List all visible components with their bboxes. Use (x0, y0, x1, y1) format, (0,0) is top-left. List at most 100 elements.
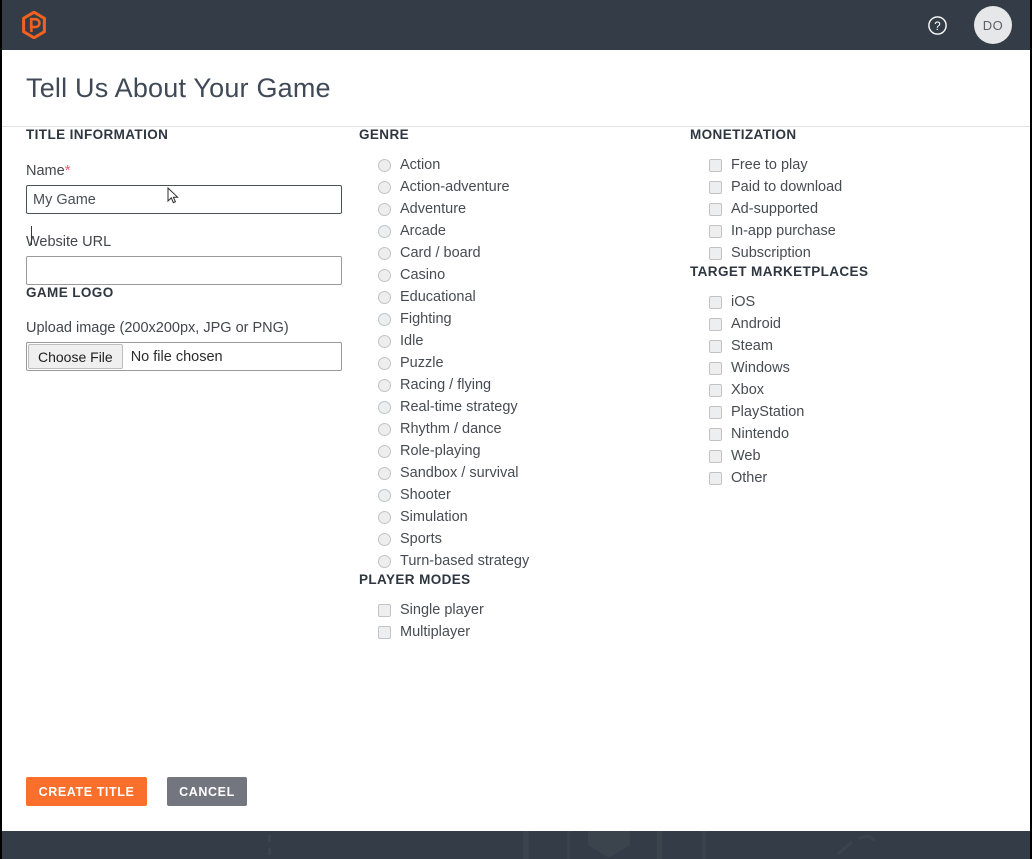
genre-option[interactable]: Rhythm / dance (378, 418, 659, 440)
genre-option-label: Sandbox / survival (400, 464, 519, 481)
genre-option-label: Racing / flying (400, 376, 492, 393)
radio-icon[interactable] (378, 444, 391, 458)
radio-icon[interactable] (378, 488, 391, 502)
radio-icon[interactable] (378, 510, 391, 524)
radio-icon[interactable] (378, 180, 391, 194)
create-title-button[interactable]: CREATE TITLE (26, 777, 147, 806)
radio-icon[interactable] (378, 466, 391, 480)
radio-icon[interactable] (378, 532, 391, 546)
checkbox-icon[interactable] (709, 158, 722, 172)
radio-icon[interactable] (378, 356, 391, 370)
radio-icon[interactable] (378, 378, 391, 392)
genre-option[interactable]: Fighting (378, 308, 659, 330)
marketplace-option[interactable]: iOS (709, 291, 990, 313)
checkbox-icon[interactable] (709, 471, 722, 485)
marketplace-option[interactable]: Other (709, 467, 990, 489)
name-input[interactable] (26, 185, 342, 214)
radio-icon[interactable] (378, 334, 391, 348)
checkbox-icon[interactable] (709, 224, 722, 238)
monetization-option[interactable]: Free to play (709, 154, 990, 176)
genre-option[interactable]: Action-adventure (378, 176, 659, 198)
radio-icon[interactable] (378, 554, 391, 568)
checkbox-icon[interactable] (709, 317, 722, 331)
radio-icon[interactable] (378, 158, 391, 172)
checkbox-icon[interactable] (709, 383, 722, 397)
player-mode-option[interactable]: Multiplayer (378, 621, 659, 643)
checkbox-icon[interactable] (709, 295, 722, 309)
column-monetization-marketplaces: MONETIZATION Free to play Paid to downloa… (690, 127, 990, 489)
help-circle-icon[interactable]: ? (926, 14, 948, 36)
monetization-option-label: Paid to download (731, 178, 843, 195)
genre-option[interactable]: Real-time strategy (378, 396, 659, 418)
footer-decoration (567, 831, 570, 859)
footer-decoration (702, 831, 706, 859)
player-mode-option-label: Single player (400, 601, 484, 618)
checkbox-icon[interactable] (709, 246, 722, 260)
radio-icon[interactable] (378, 312, 391, 326)
marketplace-option[interactable]: Xbox (709, 379, 990, 401)
marketplace-option[interactable]: Nintendo (709, 423, 990, 445)
marketplace-option[interactable]: PlayStation (709, 401, 990, 423)
marketplace-option[interactable]: Windows (709, 357, 990, 379)
genre-option[interactable]: Card / board (378, 242, 659, 264)
genre-option-label: Turn-based strategy (400, 552, 530, 569)
upload-image-label: Upload image (200x200px, JPG or PNG) (26, 320, 289, 336)
game-details-form: TITLE INFORMATION Name* Website URL GAME… (2, 127, 1030, 859)
checkbox-icon[interactable] (709, 449, 722, 463)
footer-swoosh-icon (837, 834, 877, 856)
radio-icon[interactable] (378, 268, 391, 282)
genre-option-label: Casino (400, 266, 446, 283)
website-url-label: Website URL (26, 234, 112, 250)
cancel-button[interactable]: CANCEL (167, 777, 247, 806)
checkbox-icon[interactable] (709, 405, 722, 419)
genre-option[interactable]: Simulation (378, 506, 659, 528)
footer-decoration (268, 848, 271, 855)
player-mode-option[interactable]: Single player (378, 599, 659, 621)
genre-option[interactable]: Sandbox / survival (378, 462, 659, 484)
genre-option-label: Puzzle (400, 354, 444, 371)
hexagon-logo-icon[interactable] (20, 11, 48, 39)
radio-icon[interactable] (378, 246, 391, 260)
genre-option[interactable]: Action (378, 154, 659, 176)
radio-icon[interactable] (378, 290, 391, 304)
genre-option-label: Role-playing (400, 442, 481, 459)
monetization-option[interactable]: Ad-supported (709, 198, 990, 220)
genre-option[interactable]: Role-playing (378, 440, 659, 462)
radio-icon[interactable] (378, 224, 391, 238)
checkbox-icon[interactable] (378, 603, 391, 617)
logo-file-input[interactable]: Choose File No file chosen (26, 342, 342, 371)
marketplace-option[interactable]: Steam (709, 335, 990, 357)
marketplace-option[interactable]: Web (709, 445, 990, 467)
genre-option[interactable]: Shooter (378, 484, 659, 506)
genre-option[interactable]: Sports (378, 528, 659, 550)
genre-option[interactable]: Educational (378, 286, 659, 308)
checkbox-icon[interactable] (709, 361, 722, 375)
checkbox-icon[interactable] (709, 180, 722, 194)
genre-option-label: Shooter (400, 486, 451, 503)
genre-option[interactable]: Adventure (378, 198, 659, 220)
checkbox-icon[interactable] (709, 427, 722, 441)
genre-option[interactable]: Turn-based strategy (378, 550, 659, 572)
checkbox-icon[interactable] (378, 625, 391, 639)
marketplace-option[interactable]: Android (709, 313, 990, 335)
genre-option[interactable]: Arcade (378, 220, 659, 242)
monetization-option[interactable]: Paid to download (709, 176, 990, 198)
user-avatar[interactable]: DO (974, 6, 1012, 44)
genre-option[interactable]: Casino (378, 264, 659, 286)
choose-file-button[interactable]: Choose File (28, 344, 123, 369)
genre-option[interactable]: Idle (378, 330, 659, 352)
genre-option[interactable]: Puzzle (378, 352, 659, 374)
marketplace-option-label: Nintendo (731, 425, 790, 442)
checkbox-icon[interactable] (709, 202, 722, 216)
monetization-option[interactable]: Subscription (709, 242, 990, 264)
radio-icon[interactable] (378, 202, 391, 216)
radio-icon[interactable] (378, 422, 391, 436)
svg-text:?: ? (934, 21, 940, 33)
checkbox-icon[interactable] (709, 339, 722, 353)
genre-option[interactable]: Racing / flying (378, 374, 659, 396)
monetization-option[interactable]: In-app purchase (709, 220, 990, 242)
website-url-input[interactable] (26, 256, 342, 285)
radio-icon[interactable] (378, 400, 391, 414)
required-asterisk-icon: * (64, 162, 71, 179)
footer-shield-icon (588, 831, 630, 858)
